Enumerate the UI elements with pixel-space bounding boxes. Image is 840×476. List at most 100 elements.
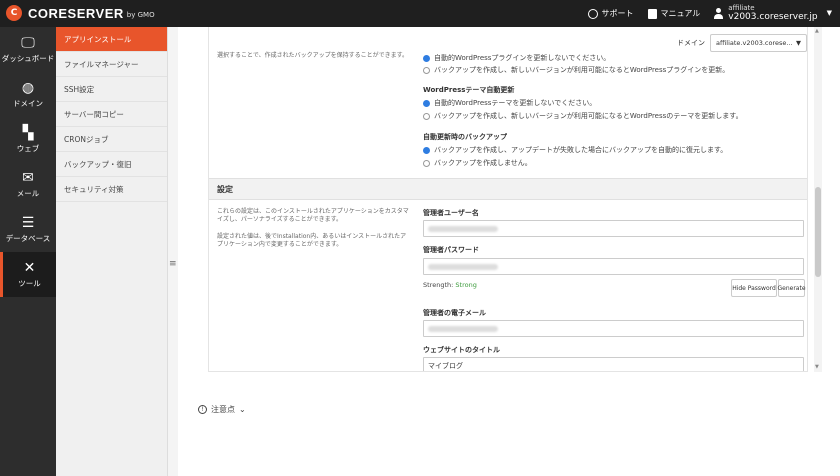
database-icon: ☰ xyxy=(21,214,35,231)
scroll-up-icon[interactable]: ▲ xyxy=(815,28,819,34)
plugin-option-2-label: バックアップを作成し、新しいバージョンが利用可能になるとWordPressプラグ… xyxy=(434,66,730,74)
site-title-input[interactable]: マイブログ xyxy=(423,357,804,371)
radio-icon xyxy=(423,159,430,167)
plugin-option-2[interactable]: バックアップを作成し、新しいバージョンが利用可能になるとWordPressプラグ… xyxy=(423,65,729,75)
domain-selector: ドメイン affiliate.v2003.corese... ▼ xyxy=(677,34,807,52)
account-label: affiliate xyxy=(728,4,755,13)
logo[interactable]: C CORESERVER by GMO xyxy=(6,5,155,21)
drag-handle-icon[interactable]: ≡ xyxy=(169,259,177,269)
tools-submenu: アプリインストール ファイルマネージャー SSH設定 サーバー間コピー CRON… xyxy=(56,27,168,476)
backup-option-2[interactable]: バックアップを作成しません。 xyxy=(423,158,532,168)
admin-username-label: 管理者ユーザー名 xyxy=(423,209,479,217)
manual-link[interactable]: マニュアル xyxy=(647,8,701,19)
nav-web[interactable]: ▚ ウェブ xyxy=(0,117,56,162)
logo-text: CORESERVER xyxy=(28,5,124,21)
grid-plus-icon: ▚ xyxy=(22,124,34,141)
submenu-server-copy[interactable]: サーバー間コピー xyxy=(56,102,167,127)
strength-label: Strength: xyxy=(423,281,454,289)
nav-label: ダッシュボード xyxy=(1,53,55,63)
notes-label: 注意点 xyxy=(211,405,235,414)
password-strength: Strength: Strong xyxy=(423,281,477,289)
settings-section-header: 設定 xyxy=(209,178,807,200)
domain-select[interactable]: affiliate.v2003.corese... ▼ xyxy=(710,34,807,52)
backup-description: 選択することで、作成されたバックアップを保持することができます。 xyxy=(217,52,408,59)
submenu-cron[interactable]: CRONジョブ xyxy=(56,127,167,152)
settings-title: 設定 xyxy=(217,184,233,194)
main-sidebar: 🖵 ダッシュボード ◍ ドメイン ▚ ウェブ ✉ メール ☰ データベース ✕ … xyxy=(0,27,56,476)
user-icon xyxy=(714,7,724,19)
top-bar: C CORESERVER by GMO サポート マニュアル affiliate… xyxy=(0,0,840,27)
radio-icon xyxy=(423,66,430,74)
admin-email-label: 管理者の電子メール xyxy=(423,309,486,317)
nav-label: メール xyxy=(16,188,40,198)
submenu-security[interactable]: セキュリティ対策 xyxy=(56,177,167,202)
nav-label: ドメイン xyxy=(13,98,43,108)
hide-password-button[interactable]: Hide Password xyxy=(731,279,777,297)
backup-option-1[interactable]: バックアップを作成し、アップデートが失敗した場合にバックアップを自動的に復元しま… xyxy=(423,145,727,155)
plugin-option-1[interactable]: 自動的WordPressプラグインを更新しないでください。 xyxy=(423,53,610,63)
backup-title: 自動更新時のバックアップ xyxy=(423,133,507,141)
install-form: ドメイン affiliate.v2003.corese... ▼ 選択することで… xyxy=(208,27,808,372)
redacted-value xyxy=(428,263,498,270)
theme-update-title: WordPressテーマ自動更新 xyxy=(423,86,515,94)
strength-value: Strong xyxy=(455,281,477,289)
nav-mail[interactable]: ✉ メール xyxy=(0,162,56,207)
nav-domain[interactable]: ◍ ドメイン xyxy=(0,72,56,117)
scroll-down-icon[interactable]: ▼ xyxy=(815,364,819,370)
settings-description-2: 設定された値は、後でInstallation内、あるいはインストールされたアプリ… xyxy=(217,233,407,249)
plugin-option-1-label: 自動的WordPressプラグインを更新しないでください。 xyxy=(434,54,611,62)
nav-database[interactable]: ☰ データベース xyxy=(0,207,56,252)
radio-selected-icon xyxy=(423,99,430,107)
backup-option-2-label: バックアップを作成しません。 xyxy=(434,159,532,167)
theme-option-2[interactable]: バックアップを作成し、新しいバージョンが利用可能になるとWordPressのテー… xyxy=(423,111,743,121)
logo-mark-icon: C xyxy=(6,5,22,21)
vertical-scrollbar[interactable]: ▲ ▼ xyxy=(814,27,822,372)
submenu-ssh[interactable]: SSH設定 xyxy=(56,77,167,102)
support-label: サポート xyxy=(601,9,634,18)
radio-selected-icon xyxy=(423,146,430,154)
generate-password-button[interactable]: Generate xyxy=(777,279,806,297)
admin-email-input[interactable] xyxy=(423,320,804,337)
nav-label: ツール xyxy=(18,278,41,288)
monitor-icon: 🖵 xyxy=(21,34,35,51)
account-menu[interactable]: affiliate v2003.coreserver.jp ▼ xyxy=(714,4,832,22)
manual-label: マニュアル xyxy=(660,9,701,18)
radio-icon xyxy=(423,112,430,120)
redacted-value xyxy=(428,325,498,332)
domain-value: affiliate.v2003.corese... xyxy=(716,39,793,47)
admin-username-input[interactable] xyxy=(423,220,804,237)
chevron-down-icon: ▼ xyxy=(826,9,832,18)
envelope-icon: ✉ xyxy=(22,169,34,186)
info-icon: ! xyxy=(198,405,207,414)
notes-toggle[interactable]: ! 注意点 ⌄ xyxy=(198,404,246,415)
lifebuoy-icon xyxy=(587,8,598,19)
support-link[interactable]: サポート xyxy=(587,8,634,19)
tools-icon: ✕ xyxy=(23,259,36,276)
book-icon xyxy=(647,8,657,19)
theme-option-2-label: バックアップを作成し、新しいバージョンが利用可能になるとWordPressのテー… xyxy=(434,112,743,120)
account-server: v2003.coreserver.jp xyxy=(728,12,818,23)
admin-password-label: 管理者パスワード xyxy=(423,246,479,254)
nav-dashboard[interactable]: 🖵 ダッシュボード xyxy=(0,27,56,72)
site-title-label: ウェブサイトのタイトル xyxy=(423,346,500,354)
nav-label: データベース xyxy=(5,233,51,243)
scrollbar-thumb[interactable] xyxy=(815,187,821,277)
submenu-file-manager[interactable]: ファイルマネージャー xyxy=(56,52,167,77)
globe-icon: ◍ xyxy=(21,79,35,96)
chevron-down-icon: ⌄ xyxy=(239,405,246,414)
theme-option-1-label: 自動的WordPressテーマを更新しないでください。 xyxy=(434,99,597,107)
radio-selected-icon xyxy=(423,54,430,62)
logo-sub: by GMO xyxy=(126,10,155,19)
nav-tools[interactable]: ✕ ツール xyxy=(0,252,56,297)
chevron-down-icon: ▼ xyxy=(796,39,801,47)
domain-label: ドメイン xyxy=(677,39,705,47)
submenu-backup[interactable]: バックアップ・復旧 xyxy=(56,152,167,177)
redacted-value xyxy=(428,225,498,232)
backup-option-1-label: バックアップを作成し、アップデートが失敗した場合にバックアップを自動的に復元しま… xyxy=(434,146,728,154)
nav-label: ウェブ xyxy=(16,143,40,153)
theme-option-1[interactable]: 自動的WordPressテーマを更新しないでください。 xyxy=(423,98,596,108)
settings-description-1: これらの設定は、このインストールされたアプリケーションをカスタマイズし、パーソナ… xyxy=(217,208,409,224)
admin-password-input[interactable] xyxy=(423,258,804,275)
main-content: ドメイン affiliate.v2003.corese... ▼ 選択することで… xyxy=(178,27,840,476)
submenu-app-install[interactable]: アプリインストール xyxy=(56,27,167,52)
